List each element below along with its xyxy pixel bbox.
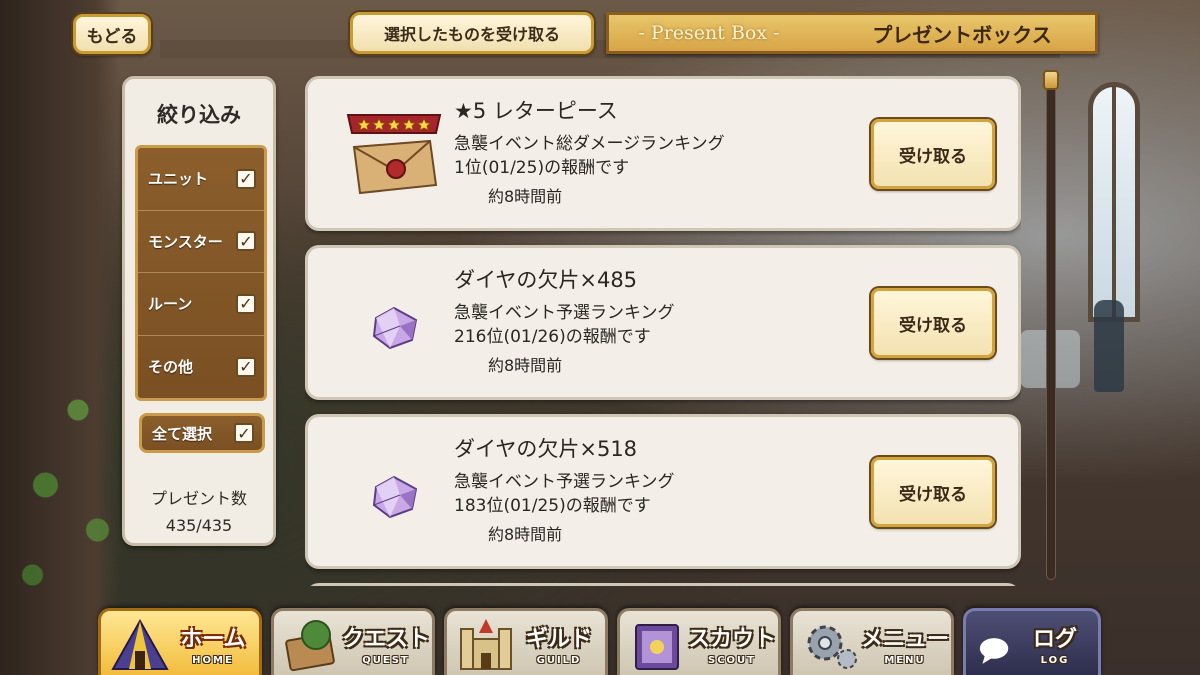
checkbox-checked-icon[interactable]: ✓	[234, 423, 254, 443]
present-list[interactable]: ★5 レターピース 急襲イベント総ダメージランキング 1位(01/25)の報酬で…	[305, 76, 1021, 586]
present-item: ダイヤの欠片×518 急襲イベント予選ランキング 183位(01/25)の報酬で…	[305, 414, 1021, 569]
checkbox-checked-icon[interactable]: ✓	[236, 293, 256, 314]
present-name: ダイヤの欠片×518	[454, 437, 638, 461]
present-item: ダイヤの欠片×485 急襲イベント予選ランキング 216位(01/26)の報酬で…	[305, 245, 1021, 400]
nav-sublabel: MENU	[884, 655, 926, 666]
present-name: ダイヤの欠片×485	[454, 268, 638, 292]
nav-guild[interactable]: ギルド GUILD	[444, 608, 608, 675]
present-item-partial	[305, 583, 1021, 586]
filter-list: ユニット ✓ モンスター ✓ ルーン ✓ その他 ✓	[135, 145, 267, 401]
menu-gear-icon	[807, 625, 857, 669]
page-title: プレゼントボックス	[872, 22, 1052, 47]
filter-option-other[interactable]: その他 ✓	[138, 336, 264, 399]
background-plant	[0, 320, 130, 620]
nav-label: クエスト	[341, 627, 430, 652]
present-received-time: 約8時間前	[488, 356, 563, 375]
nav-label: ログ	[1032, 627, 1077, 652]
nav-label: メニュー	[860, 627, 949, 652]
filter-title: 絞り込み	[157, 103, 241, 127]
diamond-shard-icon	[372, 475, 418, 519]
nav-quest[interactable]: クエスト QUEST	[271, 608, 435, 675]
present-received-time: 約8時間前	[488, 525, 563, 544]
filter-option-label: その他	[148, 358, 194, 377]
nav-sublabel: GUILD	[536, 655, 582, 666]
scrollbar-thumb[interactable]	[1043, 70, 1059, 90]
filter-option-label: ユニット	[148, 170, 209, 189]
guild-castle-icon	[460, 619, 512, 670]
present-count-label: プレゼント数	[150, 489, 247, 508]
scrollbar-track[interactable]	[1046, 80, 1056, 580]
filter-option-label: ルーン	[148, 295, 193, 314]
diamond-shard-icon	[372, 306, 418, 350]
filter-option-rune[interactable]: ルーン ✓	[138, 273, 264, 336]
present-rank: 183位(01/25)の報酬です	[454, 496, 651, 516]
quest-map-icon	[285, 620, 335, 672]
home-tent-icon	[111, 618, 169, 670]
nav-sublabel: HOME	[192, 655, 234, 666]
checkbox-checked-icon[interactable]: ✓	[236, 231, 256, 252]
checkbox-checked-icon[interactable]: ✓	[236, 356, 256, 377]
back-button[interactable]: もどる	[73, 14, 151, 54]
present-rank: 216位(01/26)の報酬です	[454, 327, 651, 347]
filter-option-unit[interactable]: ユニット ✓	[138, 148, 264, 211]
background-window	[1088, 82, 1140, 322]
scout-book-icon	[635, 624, 679, 670]
receive-button[interactable]: 受け取る	[871, 457, 995, 527]
nav-label: ホーム	[180, 627, 246, 652]
nav-label: スカウト	[687, 627, 776, 652]
nav-log[interactable]: ログ LOG	[963, 608, 1101, 675]
title-banner: - Present Box - プレゼントボックス	[606, 12, 1098, 54]
select-all-button[interactable]: 全て選択 ✓	[139, 413, 265, 453]
filter-option-label: モンスター	[148, 232, 223, 251]
present-source: 急襲イベント予選ランキング	[454, 472, 675, 492]
background-bottle	[1094, 300, 1124, 392]
present-item: ★5 レターピース 急襲イベント総ダメージランキング 1位(01/25)の報酬で…	[305, 76, 1021, 231]
receive-button[interactable]: 受け取る	[871, 288, 995, 358]
nav-sublabel: LOG	[1040, 655, 1070, 666]
present-source: 急襲イベント予選ランキング	[454, 303, 675, 323]
nav-home[interactable]: ホーム HOME	[98, 608, 262, 675]
nav-menu[interactable]: メニュー MENU	[790, 608, 954, 675]
title-english: - Present Box -	[638, 22, 780, 44]
letter-piece-icon	[346, 114, 442, 195]
checkbox-checked-icon[interactable]: ✓	[236, 168, 256, 189]
log-chat-icon	[979, 638, 1009, 664]
nav-scout[interactable]: スカウト SCOUT	[617, 608, 781, 675]
nav-label: ギルド	[525, 627, 592, 652]
filter-option-monster[interactable]: モンスター ✓	[138, 211, 264, 273]
present-name: ★5 レターピース	[454, 99, 618, 123]
present-received-time: 約8時間前	[488, 187, 563, 206]
present-source: 急襲イベント総ダメージランキング	[454, 134, 725, 154]
select-all-label: 全て選択	[152, 424, 213, 443]
present-count-value: 435/435	[165, 516, 233, 535]
filter-panel: 絞り込み ユニット ✓ モンスター ✓ ルーン ✓ その他 ✓ 全て選択 ✓ プ…	[122, 76, 276, 546]
nav-sublabel: QUEST	[362, 655, 410, 666]
nav-sublabel: SCOUT	[708, 655, 756, 666]
receive-button[interactable]: 受け取る	[871, 119, 995, 189]
receive-selected-button[interactable]: 選択したものを受け取る	[350, 12, 594, 54]
present-rank: 1位(01/25)の報酬です	[454, 158, 630, 178]
